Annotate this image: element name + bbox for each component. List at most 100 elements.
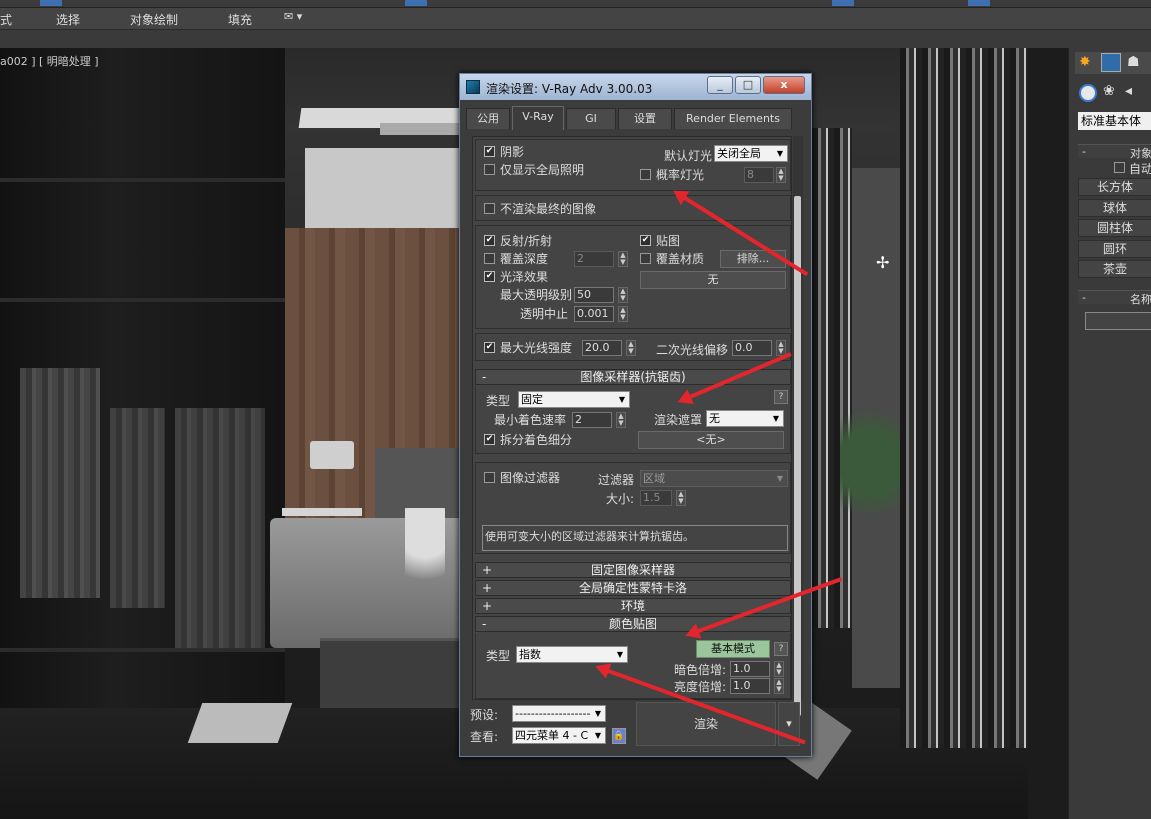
filter-size-label: 大小: — [606, 492, 635, 506]
dark-multiplier-spinner[interactable]: 1.0 — [730, 661, 770, 677]
maximize-button[interactable]: □ — [735, 76, 761, 94]
spinner-arrows-icon[interactable]: ▲ ▼ — [616, 412, 626, 428]
view-dropdown[interactable]: 四元菜单 4 - C ▼ — [512, 727, 606, 744]
plant — [840, 378, 900, 548]
modify-tab-icon[interactable] — [1101, 53, 1121, 72]
vertical-scrollbar[interactable] — [793, 136, 803, 716]
shadows-checkbox[interactable]: ✔ — [484, 146, 495, 157]
dmc-rollout[interactable]: + 全局确定性蒙特卡洛 — [475, 580, 791, 596]
filter-size-spinner[interactable]: 1.5 — [640, 490, 672, 506]
shapes-icon[interactable]: ❀ — [1103, 83, 1115, 99]
minimize-button[interactable]: _ — [707, 76, 733, 94]
secondary-bias-label: 二次光线偏移 — [656, 343, 729, 357]
sampler-type-dropdown[interactable]: 固定 ▼ — [518, 391, 630, 408]
prob-lights-spinner[interactable]: 8 — [744, 167, 774, 183]
create-tab-icon[interactable]: ✸ — [1079, 54, 1091, 70]
scrollbar-thumb[interactable] — [794, 196, 801, 716]
min-shading-spinner[interactable]: 2 — [572, 412, 612, 428]
prob-lights-checkbox[interactable] — [640, 169, 651, 180]
menu-item-select[interactable]: 选择 — [56, 11, 80, 28]
auto-grid-checkbox[interactable] — [1114, 162, 1125, 173]
sampler-type-label: 类型 — [486, 394, 511, 408]
spinner-arrows-icon[interactable]: ▲ ▼ — [774, 678, 784, 694]
preset-dropdown[interactable]: -------------------- ▼ — [512, 705, 606, 722]
filter-dropdown[interactable]: 区域 ▼ — [640, 470, 788, 487]
books-on-floor — [187, 703, 293, 743]
ceiling-recess — [305, 148, 475, 233]
lock-view-icon[interactable]: 🔒 — [612, 728, 626, 744]
tab-common[interactable]: 公用 — [466, 108, 510, 129]
dropdown-arrow-icon: ▼ — [773, 471, 787, 486]
color-mapping-rollout-header[interactable]: - 颜色贴图 — [475, 616, 791, 632]
lights-icon[interactable]: ◂ — [1125, 83, 1132, 99]
menu-item[interactable]: 式 — [0, 11, 12, 28]
glossy-checkbox[interactable]: ✔ — [484, 271, 495, 282]
teapot-button[interactable]: 茶壶 — [1078, 260, 1151, 278]
reflect-refract-checkbox[interactable]: ✔ — [484, 235, 495, 246]
override-mtl-none-button[interactable]: 无 — [640, 271, 786, 289]
override-mtl-checkbox[interactable] — [640, 253, 651, 264]
tab-vray[interactable]: V-Ray — [512, 106, 564, 130]
3dsmax-app-icon — [466, 80, 480, 94]
image-filter-checkbox[interactable] — [484, 472, 495, 483]
geometry-icon[interactable] — [1079, 84, 1097, 102]
bright-multiplier-spinner[interactable]: 1.0 — [730, 678, 770, 694]
shelf — [0, 648, 285, 652]
secondary-bias-spinner[interactable]: 0.0 — [732, 340, 772, 356]
menu-item-object-paint[interactable]: 对象绘制 — [130, 11, 178, 28]
spinner-arrows-icon[interactable]: ▲ ▼ — [676, 490, 686, 506]
spinner-arrows-icon[interactable]: ▲ ▼ — [626, 340, 636, 356]
sampler-help-button[interactable]: ? — [774, 390, 788, 404]
torus-button[interactable]: 圆环 — [1078, 240, 1151, 258]
name-color-header[interactable]: - 名称 — [1078, 290, 1151, 306]
default-lights-dropdown[interactable]: 关闭全局 ▼ — [714, 145, 788, 162]
hanging-clothes — [175, 408, 265, 648]
tab-settings[interactable]: 设置 — [618, 108, 672, 129]
spinner-arrows-icon[interactable]: ▲ ▼ — [618, 287, 628, 303]
divide-shading-checkbox[interactable]: ✔ — [484, 434, 495, 445]
override-depth-spinner[interactable]: 2 — [574, 251, 614, 267]
object-type-header[interactable]: - 对象 — [1078, 144, 1151, 160]
sphere-button[interactable]: 球体 — [1078, 199, 1151, 217]
gi-only-checkbox[interactable] — [484, 164, 495, 175]
color-mapping-type-dropdown[interactable]: 指数 ▼ — [516, 646, 628, 663]
close-button[interactable]: x — [763, 76, 805, 94]
dont-render-final-checkbox[interactable] — [484, 203, 495, 214]
spinner-arrows-icon[interactable]: ▲ ▼ — [776, 167, 786, 183]
image-sampler-panel: 类型 固定 ▼ ? 最小着色速率 2 ▲ ▼ 渲染遮罩 无 ▼ ✔ 拆分着色细分 <无… — [475, 386, 791, 454]
secondary-toolbar — [0, 30, 1151, 48]
object-name-input[interactable] — [1085, 312, 1151, 330]
viewport-label[interactable]: a002 ] [ 明暗处理 ] — [0, 53, 99, 69]
override-depth-checkbox[interactable] — [484, 253, 495, 264]
basic-mode-button[interactable]: 基本模式 — [696, 640, 770, 658]
spinner-arrows-icon[interactable]: ▲ ▼ — [774, 661, 784, 677]
color-mapping-panel: 类型 指数 ▼ 基本模式 ? 暗色倍增: 1.0 ▲ ▼ 亮度倍增: 1.0 ▲ ▼ — [475, 633, 791, 699]
spinner-arrows-icon[interactable]: ▲ ▼ — [618, 251, 628, 267]
dialog-titlebar[interactable]: 渲染设置: V-Ray Adv 3.00.03 _ □ x — [460, 74, 811, 100]
max-ray-label: 最大光线强度 — [500, 341, 573, 355]
global-switches-lights: ✔ 阴影 默认灯光 关闭全局 ▼ 仅显示全局照明 概率灯光 8 ▲ ▼ — [475, 139, 791, 191]
box-button[interactable]: 长方体 — [1078, 178, 1151, 196]
toolbar-highlight — [968, 0, 990, 6]
render-mask-dropdown[interactable]: 无 ▼ — [706, 410, 784, 427]
fixed-sampler-rollout[interactable]: + 固定图像采样器 — [475, 562, 791, 578]
render-mask-none-button[interactable]: <无> — [638, 431, 784, 449]
override-depth-label: 覆盖深度 — [500, 252, 549, 266]
max-ray-spinner[interactable]: 20.0 — [582, 340, 622, 356]
envelope-dropdown-icon[interactable]: ✉ ▾ — [284, 10, 302, 23]
tab-render-elements[interactable]: Render Elements — [674, 108, 792, 129]
color-mapping-help-button[interactable]: ? — [774, 642, 788, 656]
category-dropdown[interactable]: 标准基本体 — [1078, 112, 1151, 130]
transp-cutoff-spinner[interactable]: 0.001 — [574, 306, 614, 322]
dropdown-arrow-icon: ▼ — [769, 411, 783, 426]
bright-multiplier-label: 亮度倍增: — [674, 680, 727, 694]
menu-item-populate[interactable]: 填充 — [228, 11, 252, 28]
color-mapping-type-label: 类型 — [486, 649, 511, 663]
tab-gi[interactable]: GI — [566, 108, 616, 129]
hierarchy-tab-icon[interactable]: ☗ — [1127, 54, 1140, 70]
maps-checkbox[interactable]: ✔ — [640, 235, 651, 246]
cylinder-button[interactable]: 圆柱体 — [1078, 219, 1151, 237]
max-transp-spinner[interactable]: 50 — [574, 287, 614, 303]
max-ray-checkbox[interactable]: ✔ — [484, 342, 495, 353]
spinner-arrows-icon[interactable]: ▲ ▼ — [618, 306, 628, 322]
